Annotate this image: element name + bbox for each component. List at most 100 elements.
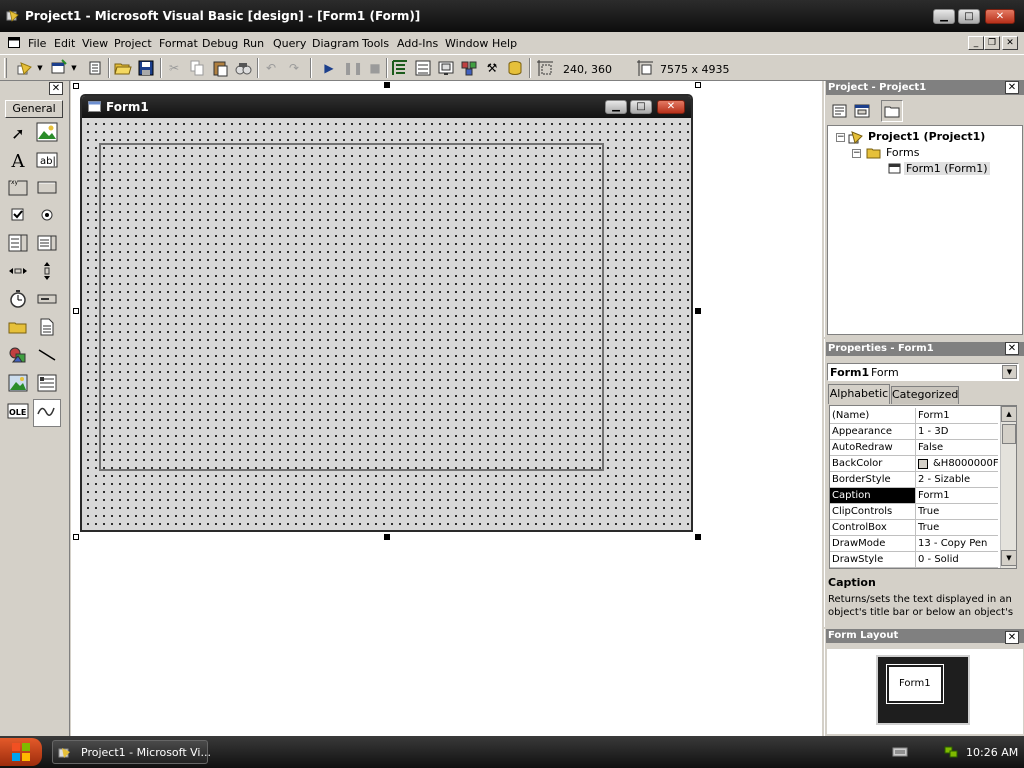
scroll-thumb[interactable] xyxy=(1002,424,1016,444)
property-row[interactable]: Appearance 1 - 3D xyxy=(830,424,998,440)
property-value[interactable]: False xyxy=(918,442,943,453)
mdi-form-icon[interactable] xyxy=(8,37,20,48)
menu-file[interactable]: File xyxy=(28,37,46,50)
object-selector[interactable]: Form1 Form ▼ xyxy=(827,363,1019,381)
tab-alphabetic[interactable]: Alphabetic xyxy=(828,384,890,404)
hscrollbar-tool-icon[interactable] xyxy=(6,261,30,285)
filelistbox-tool-icon[interactable] xyxy=(35,317,59,341)
open-project-icon[interactable] xyxy=(114,59,132,77)
mdi-close-button[interactable]: ✕ xyxy=(1002,36,1018,50)
line-tool-icon[interactable] xyxy=(35,345,59,369)
menu-help[interactable]: Help xyxy=(492,37,517,50)
copy-icon[interactable] xyxy=(188,59,206,77)
form-layout-close-button[interactable]: ✕ xyxy=(1005,631,1019,644)
menu-diagram[interactable]: Diagram xyxy=(312,37,359,50)
save-project-icon[interactable] xyxy=(137,59,155,77)
dirlistbox-tool-icon[interactable] xyxy=(6,317,30,341)
mschart-tool-icon[interactable] xyxy=(33,399,61,427)
start-button[interactable] xyxy=(0,738,42,766)
selection-handle[interactable] xyxy=(384,82,390,88)
property-value[interactable]: 0 - Solid xyxy=(918,554,959,565)
mdi-minimize-button[interactable]: _ xyxy=(968,36,984,50)
chevron-down-icon[interactable]: ▼ xyxy=(1002,365,1017,379)
project-explorer-icon[interactable] xyxy=(391,59,409,77)
property-row[interactable]: AutoRedraw False xyxy=(830,440,998,456)
toolbox-icon[interactable]: ⚒ xyxy=(483,59,501,77)
mdi-restore-button[interactable]: ❐ xyxy=(984,36,1000,50)
form-maximize-button[interactable]: □ xyxy=(630,100,652,114)
dropdown-arrow-icon[interactable]: ▼ xyxy=(70,59,78,77)
property-row[interactable]: ClipControls True xyxy=(830,504,998,520)
selection-handle[interactable] xyxy=(73,83,79,89)
image-tool-icon[interactable] xyxy=(6,373,30,397)
paste-icon[interactable] xyxy=(211,59,229,77)
dropdown-arrow-icon[interactable]: ▼ xyxy=(36,59,44,77)
network-tray-icon[interactable] xyxy=(943,744,959,760)
selection-handle[interactable] xyxy=(695,82,701,88)
tab-categorized[interactable]: Categorized xyxy=(891,386,959,404)
end-icon[interactable]: ■ xyxy=(366,59,384,77)
timer-tool-icon[interactable] xyxy=(6,289,30,313)
form1-titlebar[interactable]: Form1 ▁ □ ✕ xyxy=(82,96,691,118)
toggle-folders-icon[interactable] xyxy=(881,100,903,122)
minimize-button[interactable]: ▁ xyxy=(933,9,955,24)
menu-tools[interactable]: Tools xyxy=(362,37,389,50)
properties-close-button[interactable]: ✕ xyxy=(1005,342,1019,355)
taskbar-item-vb[interactable]: Project1 - Microsoft Vi... xyxy=(52,740,211,764)
scroll-down-button[interactable]: ▼ xyxy=(1001,550,1017,566)
scroll-up-button[interactable]: ▲ xyxy=(1001,406,1017,422)
commandbutton-tool-icon[interactable] xyxy=(35,177,59,201)
selection-handle[interactable] xyxy=(695,308,701,314)
property-value[interactable]: Form1 xyxy=(918,410,950,421)
forms-folder-label[interactable]: Forms xyxy=(886,146,919,159)
color-swatch[interactable] xyxy=(918,459,928,469)
keyboard-tray-icon[interactable] xyxy=(892,746,908,758)
form-minimize-button[interactable]: ▁ xyxy=(605,100,627,114)
label-tool-icon[interactable]: A xyxy=(6,150,30,174)
menu-edit[interactable]: Edit xyxy=(54,37,75,50)
selection-handle[interactable] xyxy=(695,534,701,540)
checkbox-tool-icon[interactable] xyxy=(6,205,30,229)
property-value[interactable]: 1 - 3D xyxy=(918,426,948,437)
property-row[interactable]: DrawStyle 0 - Solid xyxy=(830,552,998,568)
break-icon[interactable]: ❚❚ xyxy=(343,59,363,77)
tree-collapse-icon[interactable]: − xyxy=(852,149,861,158)
ole-tool-icon[interactable]: OLE xyxy=(6,401,30,425)
vscrollbar-tool-icon[interactable] xyxy=(35,261,59,285)
maximize-button[interactable]: □ xyxy=(958,9,980,24)
menu-debug[interactable]: Debug xyxy=(202,37,238,50)
properties-window-icon[interactable] xyxy=(414,59,432,77)
find-icon[interactable] xyxy=(234,59,252,77)
menu-query[interactable]: Query xyxy=(273,37,306,50)
form-control-frame[interactable] xyxy=(99,143,604,471)
toolbox-close-button[interactable]: ✕ xyxy=(49,82,63,95)
view-object-icon[interactable] xyxy=(853,102,871,120)
shape-tool-icon[interactable] xyxy=(6,345,30,369)
object-browser-icon[interactable] xyxy=(460,59,478,77)
menu-addins[interactable]: Add-Ins xyxy=(397,37,438,50)
add-project-icon[interactable] xyxy=(16,59,34,77)
view-code-icon[interactable] xyxy=(831,102,849,120)
property-row[interactable]: (Name) Form1 xyxy=(830,408,998,424)
menu-project[interactable]: Project xyxy=(114,37,152,50)
cut-icon[interactable]: ✂ xyxy=(165,59,183,77)
property-row[interactable]: DrawMode 13 - Copy Pen xyxy=(830,536,998,552)
form1-window[interactable]: Form1 ▁ □ ✕ xyxy=(80,94,693,532)
data-tool-icon[interactable] xyxy=(35,373,59,397)
pointer-tool-icon[interactable]: ➚ xyxy=(6,122,30,146)
selection-handle[interactable] xyxy=(384,534,390,540)
menu-format[interactable]: Format xyxy=(159,37,198,50)
combobox-tool-icon[interactable] xyxy=(6,233,30,257)
add-form-icon[interactable] xyxy=(50,59,68,77)
frame-tool-icon[interactable]: xy xyxy=(6,177,30,201)
form-close-button[interactable]: ✕ xyxy=(657,100,685,114)
property-value[interactable]: 2 - Sizable xyxy=(918,474,970,485)
form1-client-grid[interactable] xyxy=(82,118,691,530)
textbox-tool-icon[interactable]: ab| xyxy=(35,150,59,174)
selection-handle[interactable] xyxy=(73,308,79,314)
menu-editor-icon[interactable] xyxy=(86,59,104,77)
property-value[interactable]: 13 - Copy Pen xyxy=(918,538,987,549)
property-scrollbar[interactable]: ▲ ▼ xyxy=(1000,406,1017,568)
property-value[interactable]: Form1 xyxy=(916,488,998,503)
property-value[interactable]: True xyxy=(918,522,939,533)
